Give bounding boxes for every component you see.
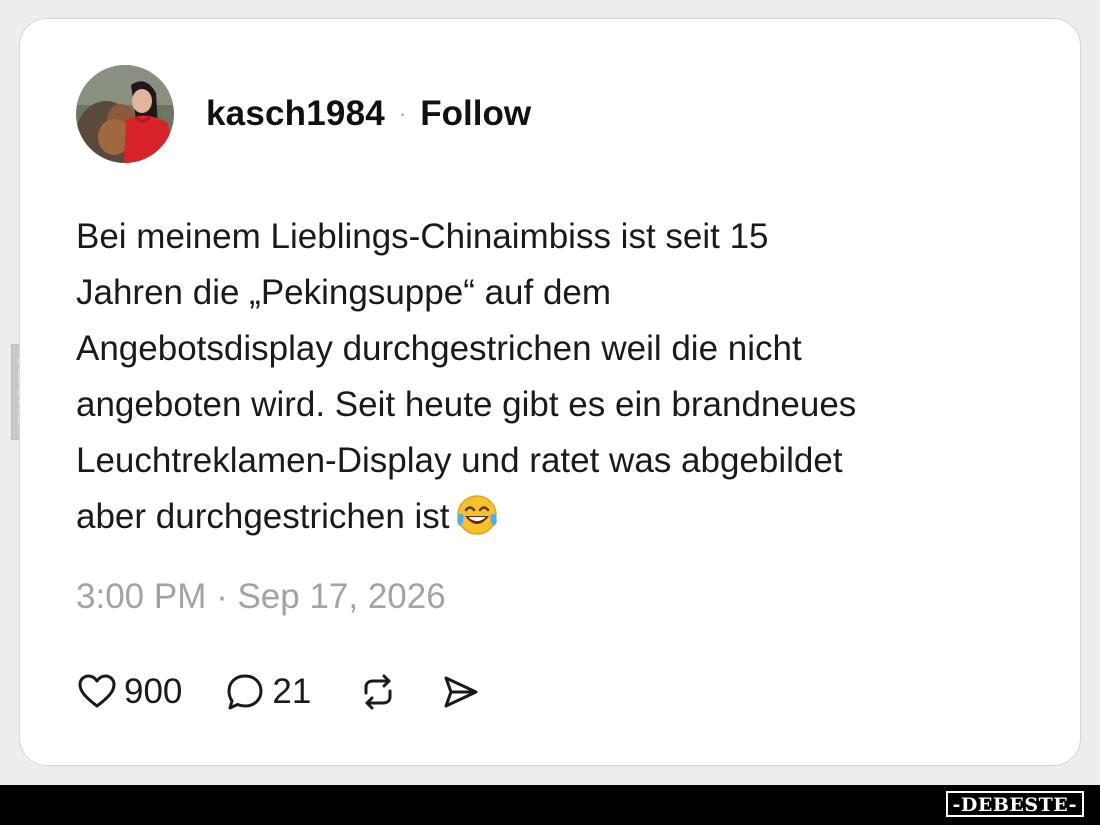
follow-button[interactable]: Follow [420,94,531,134]
header-separator: · [398,101,407,126]
like-button[interactable]: 900 [76,671,182,713]
repost-icon [357,671,399,713]
post-actions: 900 21 [76,664,481,720]
avatar[interactable] [76,65,174,163]
reply-button[interactable]: 21 [224,671,311,713]
face-with-tears-of-joy-icon [456,494,498,553]
username[interactable]: kasch1984 [206,94,385,134]
like-count: 900 [124,672,183,711]
post-card: kasch1984 · Follow Bei meinem Lieblings-… [19,18,1081,766]
send-icon [439,671,481,713]
share-button[interactable] [439,671,481,713]
screenshot: DEBESTE kasch1984 · Follow B [0,0,1100,825]
repost-button[interactable] [357,671,399,713]
heart-icon [76,671,118,713]
post-timestamp: 3:00 PM · Sep 17, 2026 [76,577,446,616]
post-body: Bei meinem Lieblings-Chinaimbiss ist sei… [76,209,1006,553]
watermark-bar: -DEBESTE- [0,785,1100,825]
post-header: kasch1984 · Follow [76,64,531,164]
reply-count: 21 [272,672,312,711]
speech-bubble-icon [224,671,266,713]
post-text: Bei meinem Lieblings-Chinaimbiss ist sei… [76,217,857,536]
brand-watermark: -DEBESTE- [945,791,1084,817]
